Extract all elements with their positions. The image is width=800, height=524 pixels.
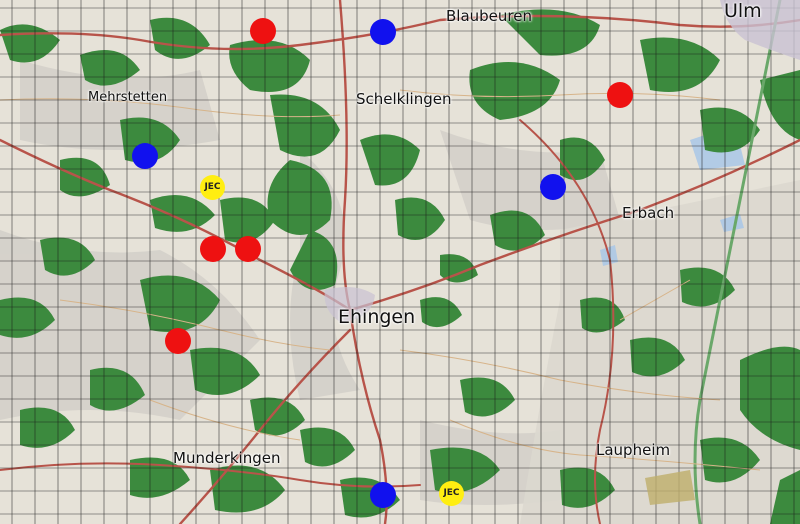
town-label-erbach: Erbach [622, 204, 675, 222]
town-label-ulm: Ulm [724, 0, 762, 22]
red-marker[interactable] [200, 236, 226, 262]
red-marker[interactable] [607, 82, 633, 108]
red-marker[interactable] [250, 18, 276, 44]
town-label-blaubeuren: Blaubeuren [446, 7, 532, 25]
town-label-schelklingen: Schelklingen [356, 90, 452, 108]
red-marker[interactable] [235, 236, 261, 262]
blue-marker[interactable] [370, 19, 396, 45]
town-label-mehrstetten: Mehrstetten [88, 90, 168, 105]
jec-marker[interactable]: JEC [200, 175, 225, 200]
town-label-ehingen: Ehingen [338, 306, 416, 328]
blue-marker[interactable] [540, 174, 566, 200]
map-base [0, 0, 800, 524]
blue-marker[interactable] [370, 482, 396, 508]
town-label-laupheim: Laupheim [596, 441, 671, 459]
jec-marker[interactable]: JEC [439, 481, 464, 506]
red-marker[interactable] [165, 328, 191, 354]
blue-marker[interactable] [132, 143, 158, 169]
town-label-munderkingen: Munderkingen [173, 449, 281, 467]
map-canvas[interactable]: Ulm Blaubeuren Mehrstetten Schelklingen … [0, 0, 800, 524]
